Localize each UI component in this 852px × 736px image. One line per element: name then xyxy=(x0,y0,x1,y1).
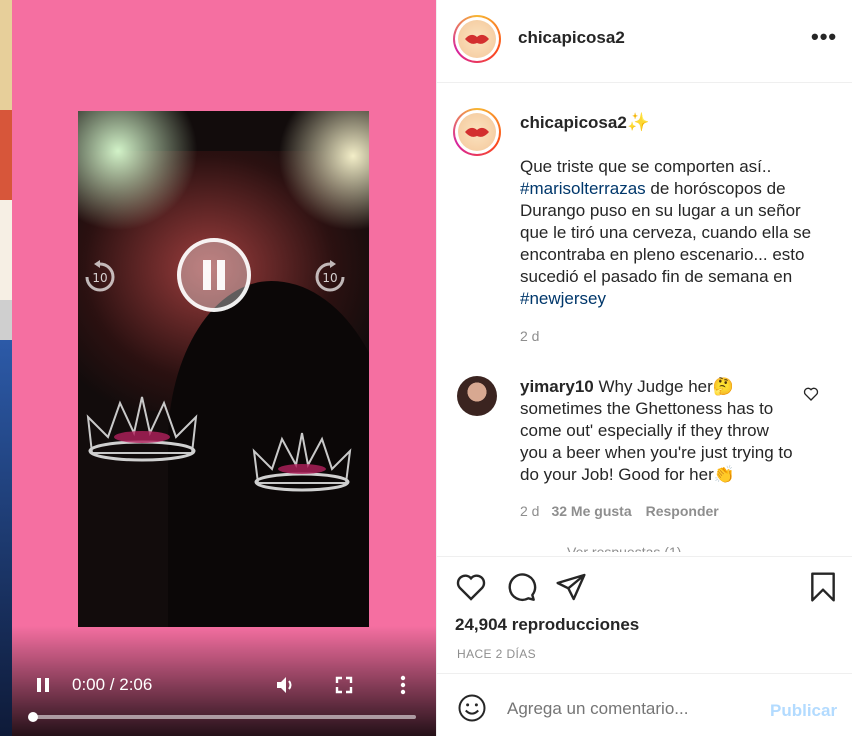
comment-bubble-icon xyxy=(508,573,537,601)
kebab-icon xyxy=(400,675,406,695)
caption-age[interactable]: 2 d xyxy=(520,328,539,344)
fullscreen-button[interactable] xyxy=(334,675,354,695)
lips-logo-icon xyxy=(465,34,489,44)
progress-handle[interactable] xyxy=(28,712,38,722)
pause-overlay-button[interactable] xyxy=(177,238,251,312)
publish-button[interactable]: Publicar xyxy=(770,701,837,721)
caption-text: Que triste que se comporten así.. #maris… xyxy=(520,157,812,308)
share-button[interactable] xyxy=(555,571,587,603)
save-button[interactable] xyxy=(807,571,839,603)
pause-button[interactable] xyxy=(34,675,52,695)
fullscreen-icon xyxy=(335,676,353,694)
heart-icon xyxy=(456,574,486,601)
forward-icon: 10 xyxy=(315,260,345,292)
emoji-button[interactable] xyxy=(457,693,487,723)
avatar[interactable] xyxy=(453,108,501,156)
rewind-10-button[interactable]: 10 xyxy=(82,259,118,295)
forward-10-button[interactable]: 10 xyxy=(312,259,348,295)
comment-body: yimary10 Why Judge her🤔 sometimes the Gh… xyxy=(520,376,800,486)
lips-logo-icon xyxy=(465,127,489,137)
action-bar: 24,904 reproducciones HACE 2 DÍAS xyxy=(437,556,852,674)
pause-icon xyxy=(37,678,49,692)
post-timestamp[interactable]: HACE 2 DÍAS xyxy=(457,647,536,661)
comment-input[interactable] xyxy=(507,699,747,719)
commenter-avatar[interactable] xyxy=(457,376,497,416)
pause-icon xyxy=(203,260,225,290)
comment-button[interactable] xyxy=(505,571,537,603)
video-more-button[interactable] xyxy=(396,674,410,696)
hashtag-link[interactable]: #marisolterrazas xyxy=(520,179,646,198)
crown-watermark xyxy=(252,432,352,492)
crown-watermark xyxy=(86,396,198,462)
video-player[interactable]: 10 10 0:00 / 2:06 xyxy=(12,0,436,736)
comment-likes[interactable]: 32 Me gusta xyxy=(551,503,631,519)
view-replies-link[interactable]: Ver respuestas (1) xyxy=(567,544,681,552)
background-page-strip xyxy=(0,0,12,736)
bookmark-icon xyxy=(811,572,835,602)
heart-icon xyxy=(803,387,819,401)
like-button[interactable] xyxy=(455,571,487,603)
comment-age[interactable]: 2 d xyxy=(520,503,539,519)
volume-button[interactable] xyxy=(274,674,296,696)
time-display: 0:00 / 2:06 xyxy=(72,675,153,694)
svg-text:10: 10 xyxy=(92,271,107,285)
comment-like-button[interactable] xyxy=(803,386,819,402)
hashtag-link[interactable]: #newjersey xyxy=(520,289,606,308)
reply-button[interactable]: Responder xyxy=(646,503,719,519)
options-icon[interactable]: ••• xyxy=(811,26,841,51)
video-frame[interactable] xyxy=(78,111,369,627)
paper-plane-icon xyxy=(556,573,586,601)
header-username[interactable]: chicapicosa2 xyxy=(518,28,625,48)
caption-username[interactable]: chicapicosa2 xyxy=(520,113,627,133)
sparkle-icon: ✨ xyxy=(627,112,650,132)
view-count[interactable]: 24,904 reproducciones xyxy=(455,615,639,635)
progress-bar[interactable] xyxy=(28,712,416,722)
volume-icon xyxy=(277,677,292,693)
smiley-icon xyxy=(458,694,486,722)
post-header: chicapicosa2 ••• xyxy=(437,0,852,83)
post-panel: chicapicosa2 ••• chicapicosa2 ✨ Que tris… xyxy=(436,0,852,736)
commenter-username[interactable]: yimary10 xyxy=(520,377,594,396)
add-comment-bar: Publicar xyxy=(437,675,852,736)
svg-text:10: 10 xyxy=(322,271,337,285)
avatar[interactable] xyxy=(453,15,501,63)
rewind-icon: 10 xyxy=(85,260,115,292)
comment-meta: 2 d 32 Me gusta Responder xyxy=(520,503,719,519)
